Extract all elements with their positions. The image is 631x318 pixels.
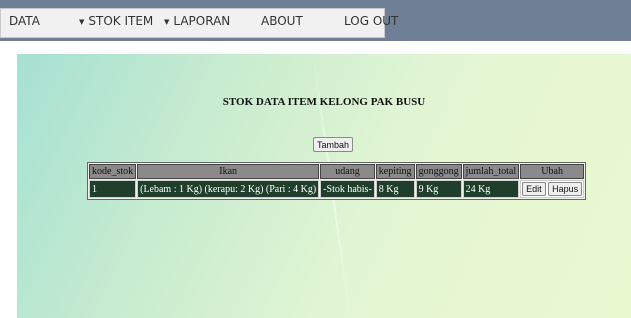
page-title: STOK DATA ITEM KELONG PAK BUSU bbox=[222, 96, 426, 108]
column-header: jumlah_total bbox=[462, 164, 520, 179]
nav-item-laporan-label: LAPORAN bbox=[173, 14, 231, 28]
caret-down-icon: ▼ bbox=[164, 18, 170, 26]
cell-gonggong: 9 Kg bbox=[415, 180, 462, 198]
cell-kode-stok: 1 bbox=[89, 180, 137, 198]
column-header: Ikan bbox=[137, 164, 320, 179]
column-header: Ubah bbox=[520, 164, 585, 179]
nav-menu: DATA ▼ STOK ITEM ▼ LAPORAN ABOUT LOG OUT bbox=[0, 8, 398, 38]
column-header: gonggong bbox=[415, 164, 462, 179]
cell-jumlah-total: 24 Kg bbox=[462, 180, 520, 198]
edit-button[interactable]: Edit bbox=[522, 182, 546, 196]
cell-kepiting: 8 Kg bbox=[375, 180, 415, 198]
cell-udang: -Stok habis- bbox=[320, 180, 375, 198]
table-row: 1 (Lebam : 1 Kg) (kerapu: 2 Kg) (Pari : … bbox=[89, 180, 585, 198]
column-header: kode_stok bbox=[89, 164, 137, 179]
nav-item-data[interactable]: DATA bbox=[9, 14, 40, 28]
nav-item-stok-item[interactable]: ▼ STOK ITEM bbox=[79, 14, 153, 28]
column-header: udang bbox=[320, 164, 375, 179]
nav-item-laporan[interactable]: ▼ LAPORAN bbox=[164, 14, 230, 28]
nav-item-about[interactable]: ABOUT bbox=[261, 14, 303, 28]
cell-ikan: (Lebam : 1 Kg) (kerapu: 2 Kg) (Pari : 4 … bbox=[137, 180, 320, 198]
caret-down-icon: ▼ bbox=[79, 18, 85, 26]
nav-item-log-out[interactable]: LOG OUT bbox=[344, 14, 398, 28]
cell-ubah: Edit Hapus bbox=[520, 180, 585, 198]
nav-item-stok-item-label: STOK ITEM bbox=[88, 14, 154, 28]
table-header-row: kode_stok Ikan udang kepiting gonggong j… bbox=[89, 164, 585, 179]
stock-table: kode_stok Ikan udang kepiting gonggong j… bbox=[87, 162, 587, 200]
add-button[interactable]: Tambah bbox=[313, 137, 353, 152]
content-panel: STOK DATA ITEM KELONG PAK BUSU Tambah ko… bbox=[17, 53, 631, 318]
column-header: kepiting bbox=[375, 164, 415, 179]
delete-button[interactable]: Hapus bbox=[548, 182, 583, 196]
